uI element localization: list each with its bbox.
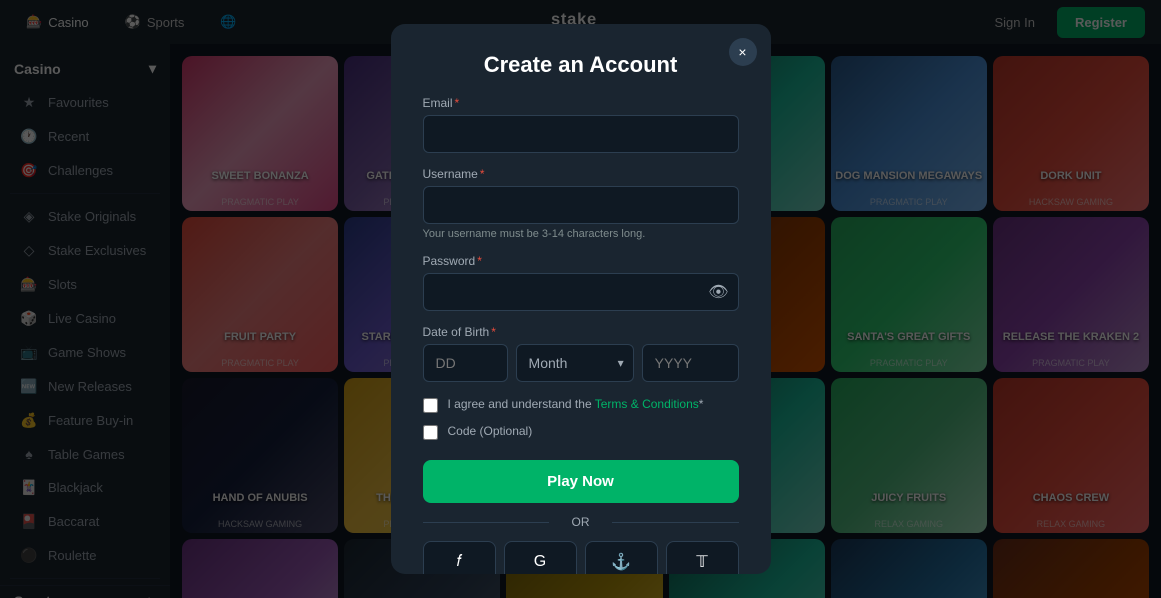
terms-checkbox-row: I agree and understand the Terms & Condi… <box>423 396 739 413</box>
email-label: Email* <box>423 96 739 110</box>
username-hint: Your username must be 3-14 characters lo… <box>423 228 739 240</box>
code-checkbox-label: Code (Optional) <box>448 423 533 440</box>
terms-checkbox[interactable] <box>423 398 438 413</box>
create-account-modal: × Create an Account Email* Username* You… <box>391 24 771 574</box>
username-group: Username* Your username must be 3-14 cha… <box>423 167 739 240</box>
social-login-row: 𝑓 G ⚓ 𝕋 <box>423 541 739 574</box>
modal-close-button[interactable]: × <box>729 38 757 66</box>
email-group: Email* <box>423 96 739 153</box>
modal-overlay[interactable]: × Create an Account Email* Username* You… <box>0 0 1161 598</box>
facebook-icon: 𝑓 <box>457 553 462 571</box>
google-icon: G <box>534 553 546 571</box>
dob-year-input[interactable] <box>642 344 739 382</box>
password-group: Password* 👁 <box>423 254 739 311</box>
password-label: Password* <box>423 254 739 268</box>
dob-day-input[interactable] <box>423 344 508 382</box>
toggle-password-button[interactable]: 👁 <box>708 282 728 302</box>
google-login-button[interactable]: G <box>504 541 577 574</box>
username-input[interactable] <box>423 186 739 224</box>
month-select[interactable]: Month January February March April May J… <box>516 344 634 382</box>
password-input[interactable] <box>423 273 739 311</box>
twitch-icon: ⚓ <box>611 552 631 572</box>
play-now-button[interactable]: Play Now <box>423 460 739 503</box>
password-wrap: 👁 <box>423 273 739 311</box>
dob-row: Month January February March April May J… <box>423 344 739 382</box>
username-label: Username* <box>423 167 739 181</box>
email-input[interactable] <box>423 115 739 153</box>
code-checkbox[interactable] <box>423 425 438 440</box>
terms-checkbox-label: I agree and understand the Terms & Condi… <box>448 396 704 413</box>
dob-label: Date of Birth* <box>423 325 739 339</box>
twitch-login-button[interactable]: ⚓ <box>585 541 658 574</box>
or-divider: OR <box>423 515 739 529</box>
modal-title: Create an Account <box>423 52 739 78</box>
facebook-login-button[interactable]: 𝑓 <box>423 541 496 574</box>
month-select-wrap: Month January February March April May J… <box>516 344 634 382</box>
code-checkbox-row: Code (Optional) <box>423 423 739 440</box>
dob-group: Date of Birth* Month January February Ma… <box>423 325 739 382</box>
twitter-login-button[interactable]: 𝕋 <box>666 541 739 574</box>
terms-conditions-link[interactable]: Terms & Conditions <box>595 397 699 411</box>
twitter-icon: 𝕋 <box>696 552 707 572</box>
